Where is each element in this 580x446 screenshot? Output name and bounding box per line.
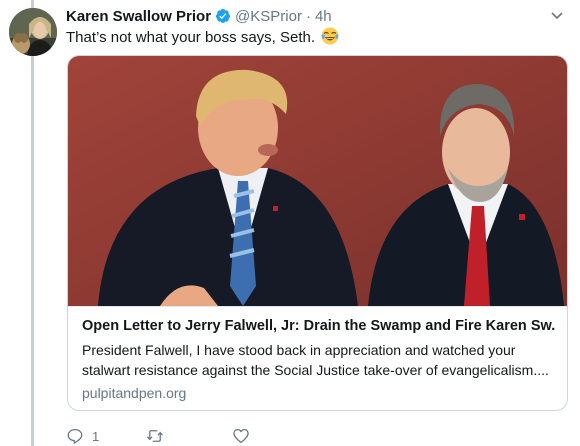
tweet-body: That’s not what your boss says, Seth. xyxy=(66,29,316,46)
card-body[interactable]: Open Letter to Jerry Falwell, Jr: Drain … xyxy=(68,306,567,410)
card-image[interactable] xyxy=(68,56,567,306)
reply-count: 1 xyxy=(92,428,100,444)
tweet-text: That’s not what your boss says, Seth. xyxy=(66,27,339,48)
card-description: President Falwell, I have stood back in … xyxy=(82,340,556,380)
retweet-button[interactable] xyxy=(146,426,232,446)
face-with-tears-of-joy-icon xyxy=(321,27,339,45)
tweet-header: Karen Swallow Prior @KSPrior · 4h xyxy=(66,6,568,26)
link-preview-card[interactable]: Open Letter to Jerry Falwell, Jr: Drain … xyxy=(67,55,568,411)
heart-icon xyxy=(233,428,249,444)
thread-connector-line xyxy=(31,0,34,446)
chevron-down-icon[interactable] xyxy=(550,8,564,22)
card-description-line-2: stalwart resistance against the Social J… xyxy=(82,362,549,378)
card-title: Open Letter to Jerry Falwell, Jr: Drain … xyxy=(82,318,556,334)
timestamp[interactable]: 4h xyxy=(315,8,332,25)
retweet-icon xyxy=(147,430,163,442)
reply-icon xyxy=(67,428,83,444)
verified-badge-icon xyxy=(215,8,231,24)
like-button[interactable] xyxy=(232,426,258,446)
avatar-image xyxy=(9,8,57,56)
card-photo xyxy=(68,56,567,306)
separator-dot: · xyxy=(305,7,311,25)
display-name[interactable]: Karen Swallow Prior xyxy=(66,8,211,25)
reply-button[interactable]: 1 xyxy=(66,426,146,446)
card-domain: pulpitandpen.org xyxy=(82,385,187,401)
user-handle[interactable]: @KSPrior xyxy=(235,8,302,25)
avatar[interactable] xyxy=(9,8,57,56)
card-description-line-1: President Falwell, I have stood back in … xyxy=(82,342,516,358)
tweet-actions: 1 xyxy=(66,426,258,446)
